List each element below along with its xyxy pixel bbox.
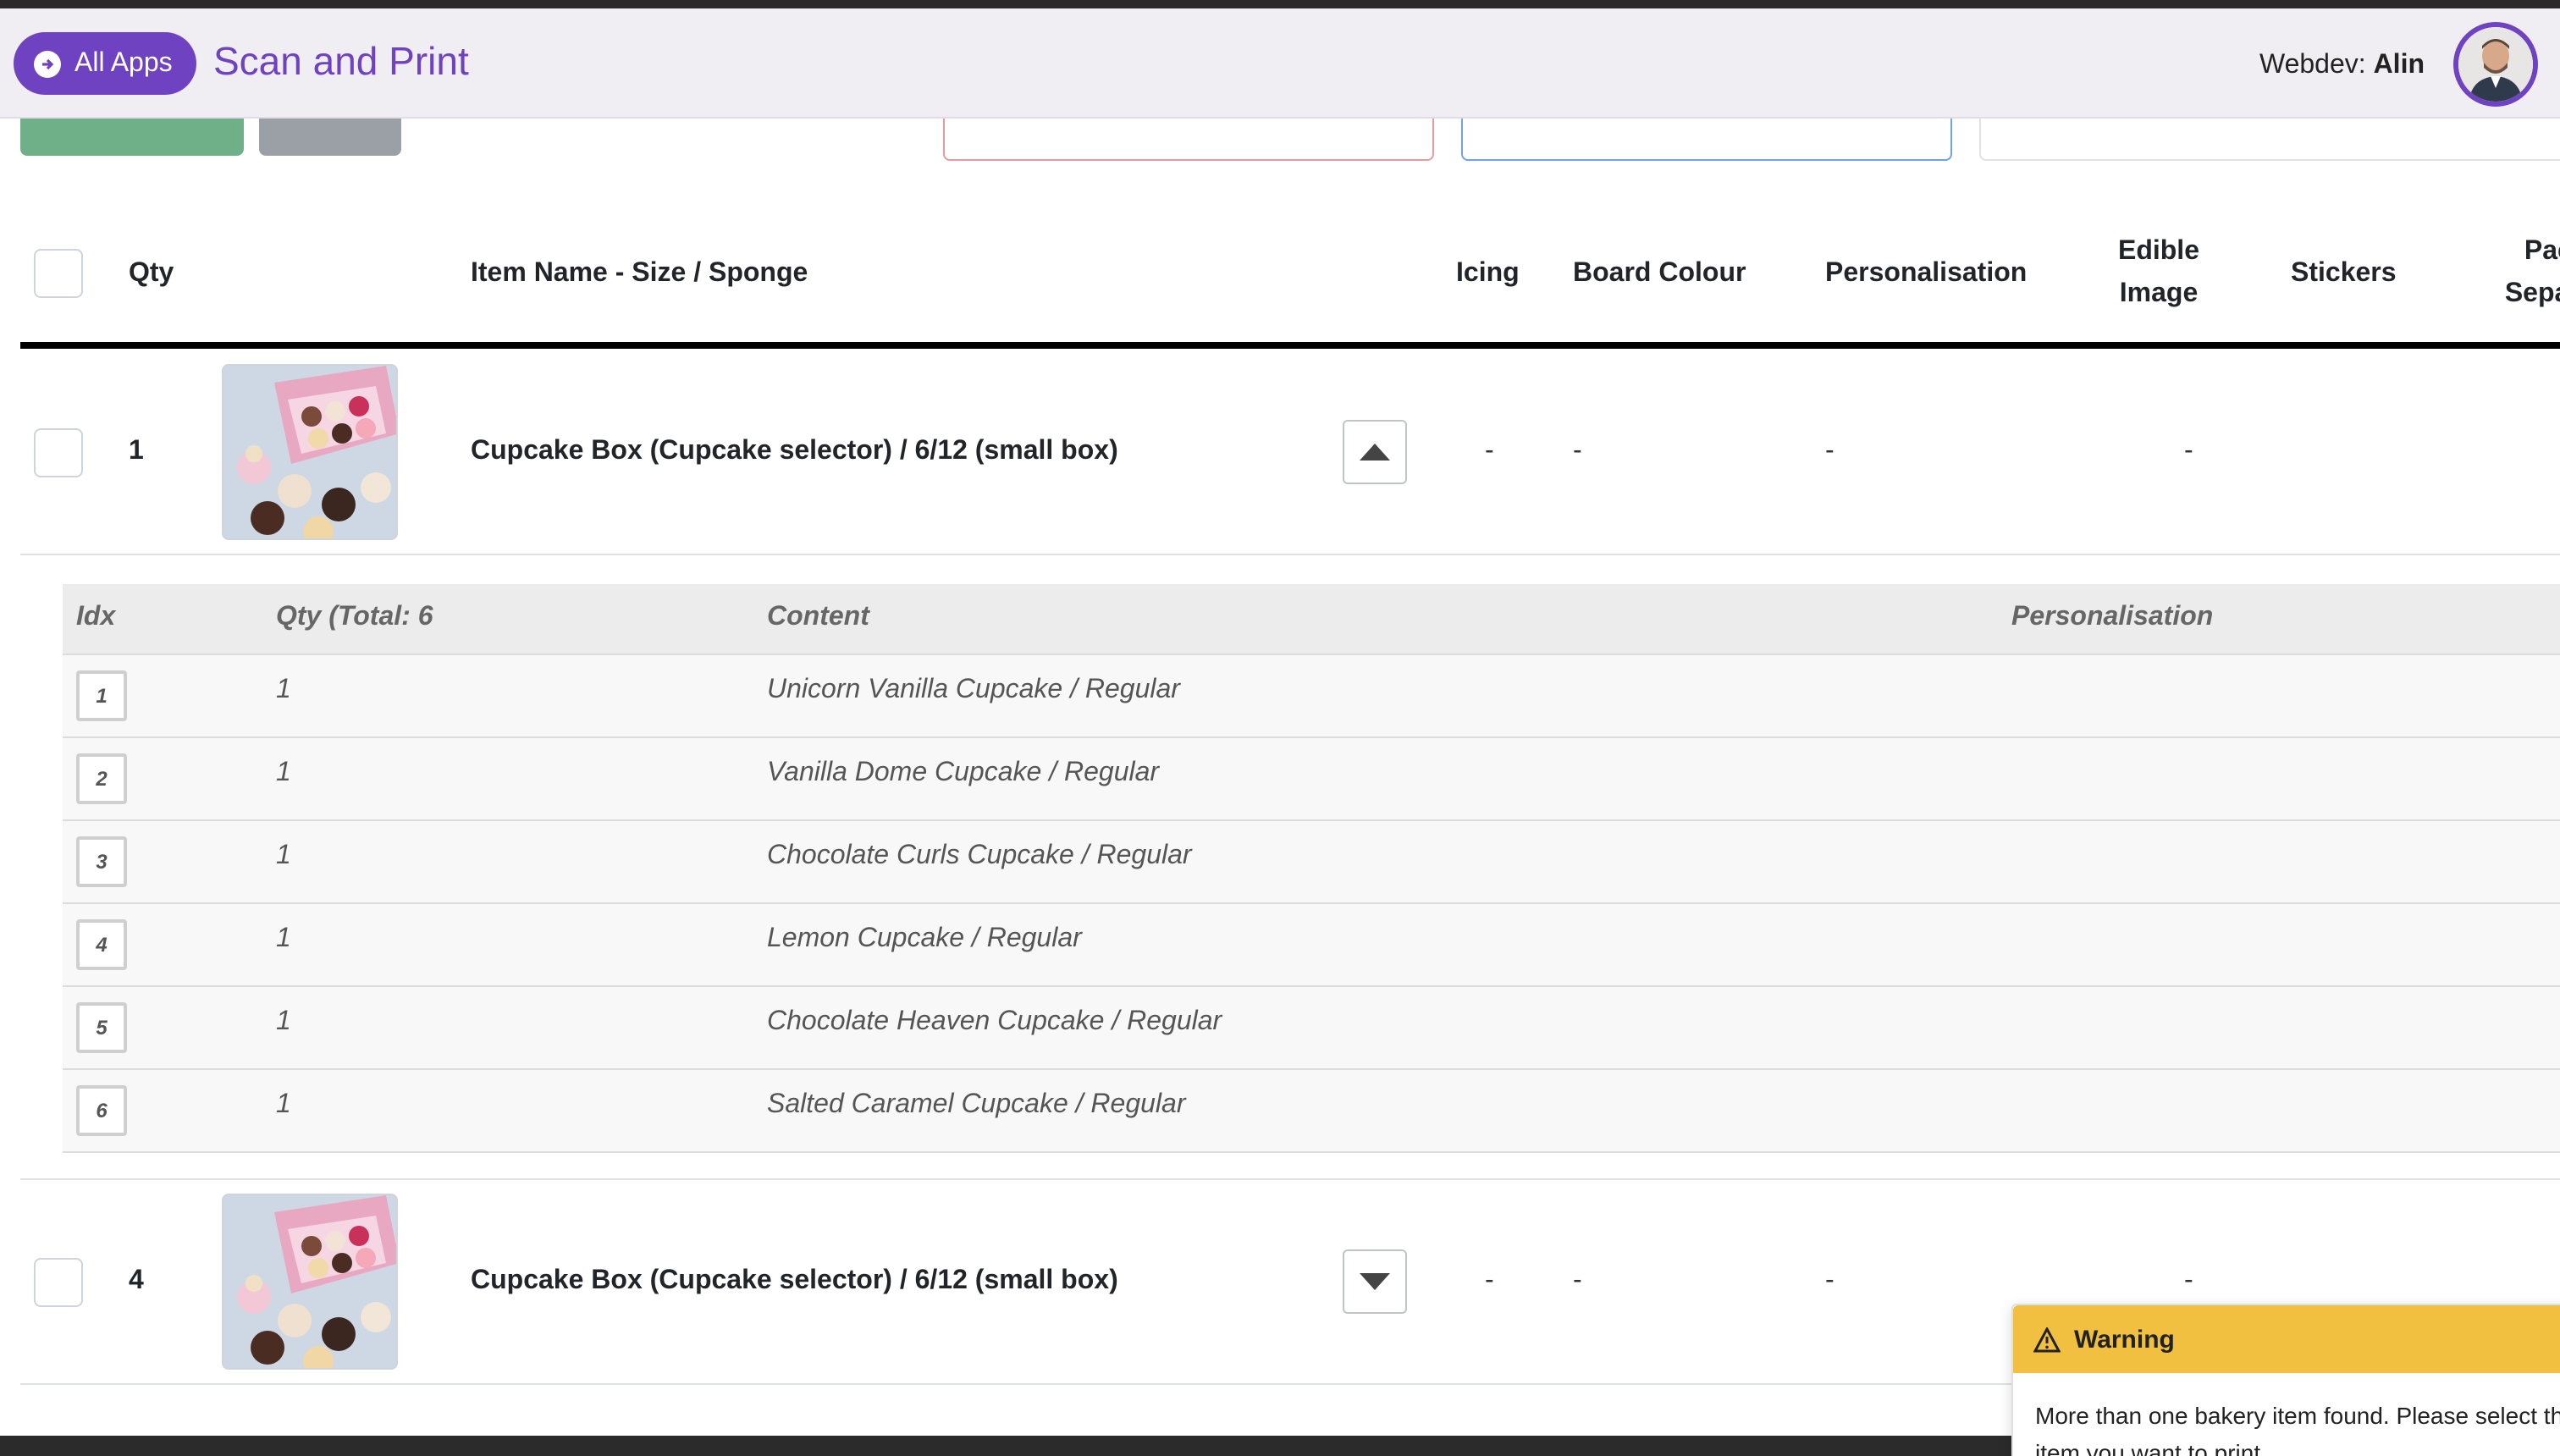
packed-line-2: Separate bbox=[2504, 279, 2560, 308]
subtable-qty: 1 bbox=[276, 1007, 291, 1036]
subtable-row: 4 1 Lemon Cupcake / Regular bbox=[63, 904, 2560, 987]
product-thumbnail bbox=[222, 364, 398, 540]
idx-badge: 5 bbox=[76, 1002, 127, 1053]
packed-line-1: Packed bbox=[2524, 237, 2560, 266]
row-checkbox[interactable] bbox=[34, 428, 83, 477]
row-checkbox[interactable] bbox=[34, 1258, 83, 1307]
column-header-icing: Icing bbox=[1456, 259, 1520, 288]
row-qty: 4 bbox=[129, 1266, 144, 1295]
column-header-packed-separate: Packed Separate bbox=[2472, 230, 2560, 315]
filter-box-blue[interactable] bbox=[1461, 119, 1952, 161]
row-board-colour: - bbox=[1573, 1266, 1582, 1295]
table-header-divider bbox=[20, 342, 2560, 349]
subtable-row: 6 1 Salted Caramel Cupcake / Regular bbox=[63, 1070, 2560, 1153]
user-name: Alin bbox=[2373, 51, 2425, 80]
row-edible-image: - bbox=[2184, 437, 2193, 466]
row-edible-image: - bbox=[2184, 1266, 2193, 1295]
subtable-content: Salted Caramel Cupcake / Regular bbox=[767, 1090, 1186, 1119]
row-personalisation: - bbox=[1825, 437, 1834, 466]
app-header: All Apps Scan and Print Webdev: Alin bbox=[0, 8, 2560, 119]
select-all-checkbox[interactable] bbox=[34, 249, 83, 298]
subtable-content: Chocolate Curls Cupcake / Regular bbox=[767, 841, 1192, 870]
user-info: Webdev: Alin bbox=[2259, 51, 2425, 81]
subtable-qty: 1 bbox=[276, 676, 291, 704]
column-header-item-name: Item Name - Size / Sponge bbox=[471, 259, 808, 288]
subtable-row: 5 1 Chocolate Heaven Cupcake / Regular bbox=[63, 987, 2560, 1070]
idx-badge: 2 bbox=[76, 753, 127, 804]
row-icing: - bbox=[1485, 437, 1494, 466]
product-thumbnail bbox=[222, 1194, 398, 1370]
scan-button-partial[interactable] bbox=[20, 119, 244, 156]
expand-row-button[interactable] bbox=[1343, 1249, 1407, 1314]
row-divider bbox=[20, 1178, 2560, 1180]
column-header-stickers: Stickers bbox=[2291, 259, 2397, 288]
row-item-name: Cupcake Box (Cupcake selector) / 6/12 (s… bbox=[471, 1266, 1118, 1295]
filter-box-gray[interactable] bbox=[1979, 119, 2560, 161]
warning-toast: Warning More than one bakery item found.… bbox=[2011, 1304, 2560, 1456]
subtable-content: Chocolate Heaven Cupcake / Regular bbox=[767, 1007, 1222, 1036]
page-title: Scan and Print bbox=[213, 39, 469, 83]
subtable-header: Idx Qty (Total: 6 Content Personalisatio… bbox=[63, 584, 2560, 655]
column-header-edible-image: Edible Image bbox=[2099, 230, 2218, 315]
subtable-header-idx: Idx bbox=[76, 603, 116, 631]
subtable-qty: 1 bbox=[276, 758, 291, 787]
subtable-content: Vanilla Dome Cupcake / Regular bbox=[767, 758, 1160, 787]
edible-line-2: Image bbox=[2119, 279, 2199, 308]
filter-box-red[interactable] bbox=[943, 119, 1434, 161]
caret-up-icon bbox=[1360, 444, 1390, 461]
row-personalisation: - bbox=[1825, 1266, 1834, 1295]
edible-line-1: Edible bbox=[2117, 237, 2199, 266]
subtable-qty: 1 bbox=[276, 924, 291, 953]
subtable-row: 3 1 Chocolate Curls Cupcake / Regular bbox=[63, 821, 2560, 904]
subtable-header-personalisation: Personalisation bbox=[2011, 603, 2214, 631]
row-item-name: Cupcake Box (Cupcake selector) / 6/12 (s… bbox=[471, 437, 1118, 466]
subtable-row: 1 1 Unicorn Vanilla Cupcake / Regular bbox=[63, 655, 2560, 738]
app-root: All Apps Scan and Print Webdev: Alin Qty… bbox=[0, 0, 2560, 1456]
idx-badge: 3 bbox=[76, 836, 127, 887]
toast-title: Warning bbox=[2074, 1325, 2175, 1354]
arrow-right-circle-icon bbox=[34, 50, 61, 77]
subtable-content: Unicorn Vanilla Cupcake / Regular bbox=[767, 676, 1180, 704]
all-apps-button[interactable]: All Apps bbox=[14, 32, 196, 95]
clear-button-partial[interactable] bbox=[259, 119, 401, 156]
subtable-qty: 1 bbox=[276, 1090, 291, 1119]
toast-message: More than one bakery item found. Please … bbox=[2035, 1402, 2560, 1456]
column-header-personalisation: Personalisation bbox=[1825, 259, 2028, 288]
column-header-board-colour: Board Colour bbox=[1573, 259, 1746, 288]
user-prefix: Webdev: bbox=[2259, 51, 2366, 80]
warning-icon bbox=[2033, 1326, 2061, 1352]
idx-badge: 1 bbox=[76, 670, 127, 721]
subtable-content: Lemon Cupcake / Regular bbox=[767, 924, 1082, 953]
caret-down-icon bbox=[1360, 1273, 1390, 1290]
subtable-row: 2 1 Vanilla Dome Cupcake / Regular bbox=[63, 738, 2560, 821]
subtable-header-qty: Qty (Total: 6 bbox=[276, 603, 433, 631]
idx-badge: 4 bbox=[76, 919, 127, 970]
collapse-row-button[interactable] bbox=[1343, 420, 1407, 484]
column-header-qty: Qty bbox=[129, 259, 174, 288]
cupcake-contents-table: Idx Qty (Total: 6 Content Personalisatio… bbox=[63, 584, 2560, 1153]
row-divider bbox=[20, 554, 2560, 555]
toast-header: Warning bbox=[2013, 1305, 2560, 1373]
all-apps-label: All Apps bbox=[74, 48, 173, 77]
row-icing: - bbox=[1485, 1266, 1494, 1295]
avatar[interactable] bbox=[2453, 22, 2538, 107]
idx-badge: 6 bbox=[76, 1085, 127, 1136]
subtable-header-content: Content bbox=[767, 603, 869, 631]
row-board-colour: - bbox=[1573, 437, 1582, 466]
row-qty: 1 bbox=[129, 437, 144, 466]
subtable-qty: 1 bbox=[276, 841, 291, 870]
window-top-strip bbox=[0, 0, 2560, 8]
